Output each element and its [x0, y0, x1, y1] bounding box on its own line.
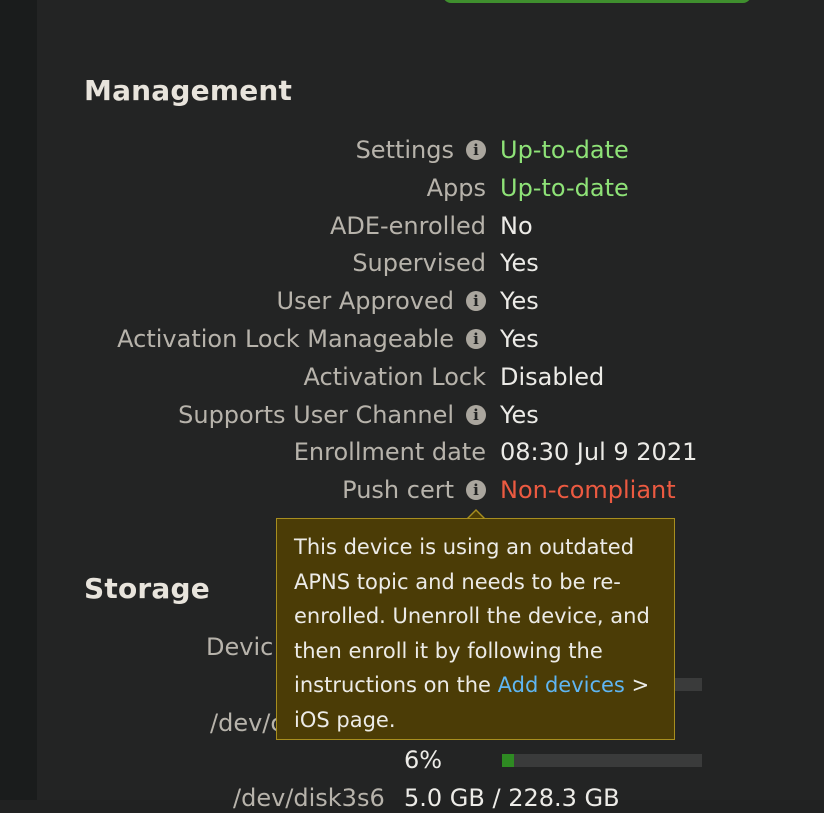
management-row-label: Activation Lock	[303, 362, 486, 392]
storage-usage-fill	[502, 754, 514, 767]
row-label-text: ADE-enrolled	[329, 212, 486, 240]
management-row-value: No	[500, 212, 533, 240]
add-devices-link[interactable]: Add devices	[498, 673, 625, 697]
management-row: Enrollment date 08:30 Jul 9 2021	[0, 437, 824, 467]
management-row-label: ADE-enrolled	[330, 211, 486, 241]
management-row-value: Yes	[500, 325, 539, 353]
info-icon[interactable]: i	[466, 140, 486, 160]
management-row: ADE-enrolled No	[0, 211, 824, 241]
storage-disk-label: /dev/c	[210, 709, 284, 737]
management-row-label: Supports User Channel i	[178, 400, 486, 430]
management-row-value: Disabled	[500, 363, 605, 391]
storage-percent: 6%	[404, 746, 443, 774]
row-label-text: User Approved	[276, 287, 454, 315]
info-icon[interactable]: i	[466, 291, 486, 311]
row-label-text: Push cert	[342, 476, 454, 504]
management-row-value: Yes	[500, 287, 539, 315]
management-row: Activation Lock Manageable i Yes	[0, 324, 824, 354]
info-icon[interactable]: i	[466, 329, 486, 349]
management-row: Supervised Yes	[0, 248, 824, 278]
storage-disk-label-2: /dev/disk3s6	[233, 784, 385, 812]
row-label-text: Activation Lock Manageable	[117, 325, 454, 353]
management-row-label: User Approved i	[277, 286, 486, 316]
management-row-value: Non-compliant	[500, 476, 676, 504]
management-row-label: Push cert i	[342, 475, 486, 505]
storage-section-title: Storage	[84, 572, 210, 605]
management-row-value: 08:30 Jul 9 2021	[500, 438, 698, 466]
management-row-label: Settings i	[356, 135, 486, 165]
management-section-title: Management	[84, 74, 293, 107]
management-row: Activation Lock Disabled	[0, 362, 824, 392]
management-row-value: Up-to-date	[500, 136, 629, 164]
management-row: Push cert i Non-compliant	[0, 475, 824, 505]
management-row: Apps Up-to-date	[0, 173, 824, 203]
storage-disk-size: 5.0 GB / 228.3 GB	[404, 784, 620, 812]
row-label-text: Activation Lock	[303, 363, 486, 391]
storage-device-label: Devic	[206, 633, 274, 661]
management-row: User Approved i Yes	[0, 286, 824, 316]
management-row-label: Apps	[427, 173, 486, 203]
management-row: Settings i Up-to-date	[0, 135, 824, 165]
top-action-button[interactable]	[443, 0, 751, 3]
info-icon[interactable]: i	[466, 405, 486, 425]
row-label-text: Supports User Channel	[178, 401, 454, 429]
push-cert-tooltip: This device is using an outdated APNS to…	[276, 518, 675, 740]
row-label-text: Enrollment date	[293, 438, 486, 466]
storage-usage-bar	[502, 754, 702, 767]
management-row-value: Yes	[500, 249, 539, 277]
management-row-value: Yes	[500, 401, 539, 429]
row-label-text: Settings	[355, 136, 454, 164]
info-icon[interactable]: i	[466, 480, 486, 500]
management-row-label: Enrollment date	[294, 437, 486, 467]
management-row: Supports User Channel i Yes	[0, 400, 824, 430]
row-label-text: Supervised	[352, 249, 486, 277]
management-row-label: Activation Lock Manageable i	[117, 324, 486, 354]
row-label-text: Apps	[426, 174, 486, 202]
management-row-label: Supervised	[352, 248, 486, 278]
management-row-value: Up-to-date	[500, 174, 629, 202]
